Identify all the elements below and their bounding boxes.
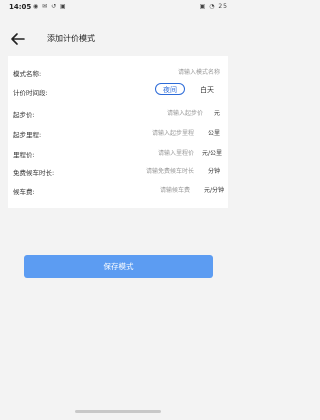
wait-fee-row: 候车费: 请输候车费 元/分钟 xyxy=(8,180,228,198)
free-wait-unit: 分钟 xyxy=(207,168,220,175)
start-price-label: 起步价: xyxy=(13,111,35,119)
free-wait-label: 免费候车时长: xyxy=(13,169,55,177)
notification-icons: ◉ ✉ ↺ ▣ xyxy=(33,3,67,10)
night-toggle[interactable]: 夜间 xyxy=(155,83,185,95)
distance-price-unit: 元/公里 xyxy=(201,150,222,157)
wait-fee-label: 候车费: xyxy=(13,188,35,196)
distance-price-row: 里程价: 请输入里程价 元/公里 xyxy=(8,143,228,161)
mode-name-row: 模式名称: 请输入模式名称 xyxy=(8,62,228,80)
start-price-input[interactable]: 请输入起步价 xyxy=(167,108,203,117)
form-card: 模式名称: 请输入模式名称 计价时间段: 夜间 白天 起步价: 请输入起步价 元… xyxy=(8,56,228,208)
start-distance-input[interactable]: 请输入起步里程 xyxy=(152,128,194,137)
wait-fee-unit: 元/分钟 xyxy=(203,187,224,194)
back-arrow-icon[interactable] xyxy=(10,31,26,45)
period-label: 计价时间段: xyxy=(13,89,48,97)
mode-name-input[interactable]: 请输入模式名称 xyxy=(178,67,220,76)
free-wait-input[interactable]: 请输免费候车时长 xyxy=(146,166,194,175)
start-distance-unit: 公里 xyxy=(207,130,220,137)
system-icons: ▣ ◔ 25 xyxy=(199,3,228,10)
wait-fee-input[interactable]: 请输候车费 xyxy=(160,185,190,194)
start-distance-row: 起步里程: 请输入起步里程 公里 xyxy=(8,123,228,141)
free-wait-row: 免费候车时长: 请输免费候车时长 分钟 xyxy=(8,161,228,179)
save-mode-button[interactable]: 保存模式 xyxy=(24,255,213,278)
status-bar: 14:05 ◉ ✉ ↺ ▣ ▣ ◔ 25 xyxy=(0,0,236,14)
period-row: 计价时间段: 夜间 白天 xyxy=(8,81,228,99)
distance-price-input[interactable]: 请输入里程价 xyxy=(158,148,194,157)
day-toggle[interactable]: 白天 xyxy=(200,85,214,95)
start-distance-label: 起步里程: xyxy=(13,131,42,139)
start-price-unit: 元 xyxy=(213,110,220,117)
mode-name-label: 模式名称: xyxy=(13,70,42,78)
status-time: 14:05 xyxy=(9,3,32,11)
home-indicator[interactable] xyxy=(75,410,161,413)
start-price-row: 起步价: 请输入起步价 元 xyxy=(8,103,228,121)
page-title: 添加计价模式 xyxy=(47,34,95,43)
distance-price-label: 里程价: xyxy=(13,151,35,159)
